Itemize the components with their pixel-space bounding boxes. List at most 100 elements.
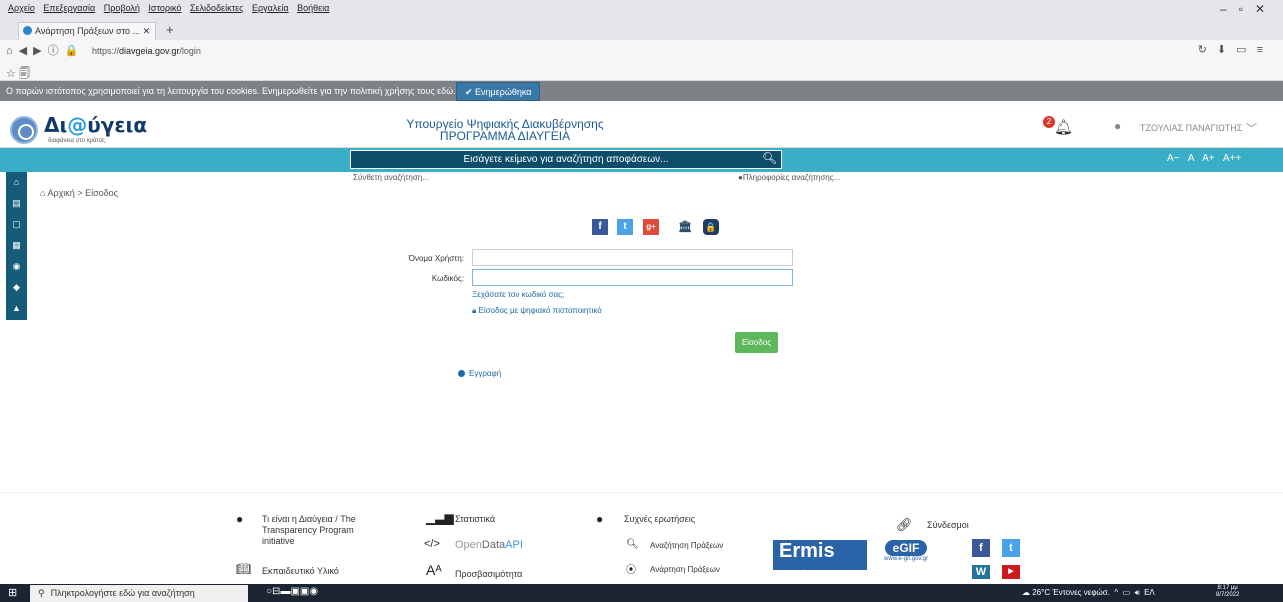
cookie-accept-button[interactable]: ✔ Ενημερώθηκα: [456, 82, 540, 101]
info-icon[interactable]: ⓘ: [48, 45, 65, 57]
bell-icon[interactable]: 🔔︎: [1054, 118, 1073, 136]
forward-icon[interactable]: ▶: [33, 45, 47, 57]
username-input[interactable]: [472, 249, 793, 266]
opendata-data: Data: [481, 539, 506, 551]
ministry-title: Υπουργείο Ψηφιακής Διακυβέρνησης ΠΡΟΓΡΑΜ…: [360, 118, 650, 142]
wordpress-icon[interactable]: W: [972, 565, 990, 579]
browser-menubar: Αρχείο Επεξεργασία Προβολή Ιστορικό Σελι…: [0, 0, 1283, 16]
chevron-up-icon[interactable]: ^: [1114, 588, 1118, 597]
logo-at: @: [67, 113, 88, 137]
system-tray[interactable]: ☁ 26°C Έντονες νεφώσ. ^ ▭ 🔊︎ ΕΛ: [1022, 588, 1155, 598]
menu-tools[interactable]: Εργαλεία: [252, 3, 289, 13]
advanced-search-link[interactable]: Σύνθετη αναζήτηση...: [353, 173, 429, 182]
googleplus-icon[interactable]: g+: [643, 219, 659, 235]
url-prefix: https://: [92, 46, 120, 56]
language-indicator[interactable]: ΕΛ: [1144, 588, 1155, 597]
lock-icon[interactable]: 🔒: [703, 219, 719, 235]
twitter-icon[interactable]: t: [617, 219, 633, 235]
register-text: Εγγραφή: [469, 369, 502, 378]
document-icon[interactable]: ▤: [6, 193, 27, 214]
egif-logo[interactable]: eGIF www.e-gif.gov.gr: [873, 540, 939, 570]
chat-icon[interactable]: ◆: [6, 277, 27, 298]
youtube-icon[interactable]: ▶: [1002, 565, 1020, 579]
search-info-link[interactable]: ●Πληροφορίες αναζήτησης...: [738, 173, 840, 182]
explorer-icon[interactable]: ▬: [280, 586, 290, 597]
new-tab-button[interactable]: +: [166, 22, 174, 37]
search-input[interactable]: Εισάγετε κείμενο για αναζήτηση αποφάσεων…: [350, 150, 782, 169]
clock-time: 8:17 μμ: [1217, 585, 1238, 591]
links-link[interactable]: Σύνδεσμοι: [927, 520, 969, 530]
bookmark-icon[interactable]: ▢: [6, 214, 27, 235]
clipboard-icon[interactable]: 🗐: [19, 68, 30, 80]
url-bar[interactable]: https://diavgeia.gov.gr/login: [92, 44, 1072, 60]
firefox-icon[interactable]: ◉: [309, 586, 318, 597]
reload-icon[interactable]: ↻: [1198, 44, 1217, 56]
logo-part: ύγεια: [87, 113, 148, 137]
tab-strip: [0, 16, 1283, 40]
outlook-icon[interactable]: ▣: [290, 586, 299, 597]
nav-buttons[interactable]: ⌂◀▶ⓘ🔒: [6, 42, 84, 58]
password-input[interactable]: [472, 269, 793, 286]
menu-view[interactable]: Προβολή: [104, 3, 140, 13]
logo-icon[interactable]: [10, 116, 38, 144]
window-controls[interactable]: –▫✕: [1220, 2, 1277, 16]
facebook-icon[interactable]: f: [592, 219, 608, 235]
hamburger-menu-icon[interactable]: ≡: [1257, 44, 1273, 56]
bookmark-bar: ☆ 🗐: [0, 63, 1283, 81]
user-icon[interactable]: ▲: [6, 298, 27, 319]
opendata-link[interactable]: OpenDataAPI: [455, 539, 523, 551]
ermis-text: Ermis: [779, 540, 835, 562]
star-icon[interactable]: ☆: [6, 68, 16, 80]
twitter-icon[interactable]: t: [1002, 539, 1020, 557]
logo-subtitle: διαφάνεια στο κράτος: [48, 138, 106, 144]
volume-icon[interactable]: 🔊︎: [1135, 588, 1140, 597]
font-size-controls[interactable]: A− A A+ A++: [1167, 153, 1241, 164]
accessibility-link[interactable]: Προσβασιμότητα: [455, 569, 522, 579]
breadcrumb-home[interactable]: Αρχική: [47, 188, 74, 198]
network-icon[interactable]: ▭: [1123, 588, 1131, 597]
stats-icon: ▁▃▆: [426, 511, 454, 525]
login-button[interactable]: Είσοδος: [735, 332, 778, 353]
stats-link[interactable]: Στατιστικά: [455, 514, 495, 524]
chevron-down-icon[interactable]: ﹀: [1246, 120, 1257, 136]
search-icon[interactable]: 🔍︎: [762, 151, 777, 165]
globe-icon[interactable]: ◉: [6, 256, 27, 277]
favicon-icon: [23, 26, 32, 35]
table-icon[interactable]: ▦: [6, 235, 27, 256]
download-icon[interactable]: ⬇: [1217, 44, 1236, 56]
taskbar-search[interactable]: ⚲ Πληκτρολογήστε εδώ για αναζήτηση: [30, 585, 248, 602]
browser-toolbar-icons[interactable]: ↻⬇▭≡: [1198, 43, 1273, 56]
left-sidebar: ⌂ ▤ ▢ ▦ ◉ ◆ ▲: [6, 172, 27, 320]
building-icon[interactable]: 🏛: [677, 219, 693, 235]
word-icon[interactable]: ▣: [300, 586, 309, 597]
site-logo[interactable]: Δι@ύγεια: [44, 113, 147, 137]
weather-icon: ☁: [1022, 588, 1030, 597]
menu-help[interactable]: Βοήθεια: [297, 3, 329, 13]
close-tab-icon[interactable]: ✕: [143, 26, 151, 36]
windows-start-icon[interactable]: ⊞: [8, 587, 20, 599]
taskbar-clock[interactable]: 8:17 μμ 8/7/2022: [1216, 585, 1239, 599]
forgot-password-link[interactable]: Ξεχάσατε τον κωδικό σας;: [472, 290, 564, 299]
username[interactable]: ΤΖΟΥΛΙΑΣ ΠΑΝΑΓΙΩΤΗΣ: [1140, 123, 1242, 133]
menu-bookmarks[interactable]: Σελιδοδείκτες: [190, 3, 244, 13]
home-icon[interactable]: ⌂: [6, 172, 27, 193]
training-link[interactable]: Εκπαιδευτικό Υλικό: [262, 566, 339, 576]
cert-login-link[interactable]: 🔒︎ Είσοδος με ψηφιακό πιστοποιητικό: [472, 306, 602, 316]
sidebar-toggle-icon[interactable]: ▭: [1236, 44, 1256, 56]
home-icon[interactable]: ⌂: [6, 45, 19, 57]
faq-link[interactable]: Συχνές ερωτήσεις: [624, 514, 695, 524]
register-link[interactable]: Εγγραφή: [458, 369, 501, 378]
taskbar-apps[interactable]: ○⊟▬▣▣◉: [266, 586, 318, 597]
search-acts-link[interactable]: Αναζήτηση Πράξεων: [650, 541, 723, 550]
footer: [0, 492, 1283, 584]
post-acts-link[interactable]: Ανάρτηση Πράξεων: [650, 565, 720, 574]
question-icon: ●: [596, 512, 604, 526]
ermis-logo[interactable]: Ermis www.ermis.gov.gr: [773, 540, 867, 576]
menu-history[interactable]: Ιστορικό: [148, 3, 181, 13]
back-icon[interactable]: ◀: [19, 45, 33, 57]
menu-file[interactable]: Αρχείο: [8, 3, 35, 13]
browser-tab[interactable]: Ανάρτηση Πράξεων στο ... ✕: [18, 22, 156, 40]
facebook-icon[interactable]: f: [972, 539, 990, 557]
about-link[interactable]: Τι είναι η Διαύγεια / The Transparency P…: [262, 514, 382, 547]
menu-edit[interactable]: Επεξεργασία: [43, 3, 95, 13]
